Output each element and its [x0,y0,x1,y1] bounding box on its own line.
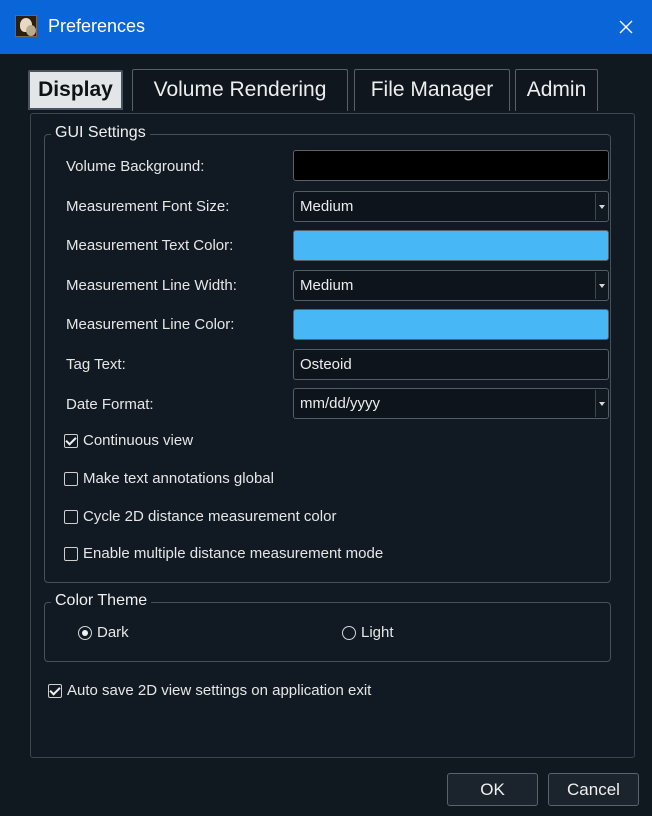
volume-background-color-button[interactable] [293,150,609,181]
radio-unselected-icon [342,625,356,640]
measurement-font-size-label: Measurement Font Size: [66,198,230,215]
tag-text-label: Tag Text: [66,356,126,373]
continuous-view-label: Continuous view [83,432,194,449]
volume-background-label: Volume Background: [66,158,205,175]
make-text-annotations-global-checkbox[interactable]: Make text annotations global [64,470,274,487]
cycle-2d-distance-color-label: Cycle 2D distance measurement color [83,508,337,525]
auto-save-checkbox[interactable]: Auto save 2D view settings on applicatio… [48,682,371,699]
tag-text-input[interactable]: Osteoid [293,349,609,380]
color-theme-title: Color Theme [51,592,152,610]
tab-admin[interactable]: Admin [515,69,598,111]
preferences-dialog: Display Volume Rendering File Manager Ad… [8,54,652,816]
radio-selected-icon [78,625,92,640]
measurement-font-size-value: Medium [300,198,354,215]
measurement-line-width-select[interactable]: Medium [293,270,609,301]
close-button[interactable] [600,0,652,54]
color-theme-group: Color Theme Dark Light [44,592,611,662]
checkbox-checked-icon [64,433,78,448]
make-text-annotations-global-label: Make text annotations global [83,470,274,487]
measurement-line-color-label: Measurement Line Color: [66,316,235,333]
close-icon [619,20,633,34]
ok-button[interactable]: OK [447,773,538,806]
date-format-value: mm/dd/yyyy [300,395,381,412]
app-logo-icon [15,15,37,37]
measurement-font-size-select[interactable]: Medium [293,191,609,222]
measurement-text-color-label: Measurement Text Color: [66,237,234,254]
tab-volume-rendering[interactable]: Volume Rendering [132,69,348,111]
continuous-view-checkbox[interactable]: Continuous view [64,432,193,449]
theme-dark-radio[interactable]: Dark [78,624,129,641]
tab-file-manager[interactable]: File Manager [354,69,510,111]
cancel-button[interactable]: Cancel [548,773,639,806]
gui-settings-group: GUI Settings Volume Background: Measurem… [44,124,611,583]
date-format-select[interactable]: mm/dd/yyyy [293,388,609,419]
theme-dark-label: Dark [97,624,129,641]
multiple-distance-mode-label: Enable multiple distance measurement mod… [83,545,384,562]
checkbox-unchecked-icon [64,509,78,524]
chevron-down-icon [595,390,608,417]
measurement-line-width-value: Medium [300,277,354,294]
checkbox-checked-icon [48,683,62,698]
theme-light-label: Light [361,624,394,641]
title-bar: Preferences [0,0,652,54]
gui-settings-title: GUI Settings [51,124,150,142]
window-title: Preferences [48,16,146,36]
measurement-text-color-button[interactable] [293,230,609,261]
checkbox-unchecked-icon [64,546,78,561]
tab-display[interactable]: Display [28,70,123,110]
multiple-distance-mode-checkbox[interactable]: Enable multiple distance measurement mod… [64,545,383,562]
cycle-2d-distance-color-checkbox[interactable]: Cycle 2D distance measurement color [64,508,336,525]
theme-light-radio[interactable]: Light [342,624,394,641]
chevron-down-icon [595,193,608,220]
date-format-label: Date Format: [66,396,154,413]
auto-save-label: Auto save 2D view settings on applicatio… [67,682,372,699]
measurement-line-color-button[interactable] [293,309,609,340]
display-tab-panel: GUI Settings Volume Background: Measurem… [30,113,635,758]
checkbox-unchecked-icon [64,471,78,486]
chevron-down-icon [595,272,608,299]
measurement-line-width-label: Measurement Line Width: [66,277,237,294]
